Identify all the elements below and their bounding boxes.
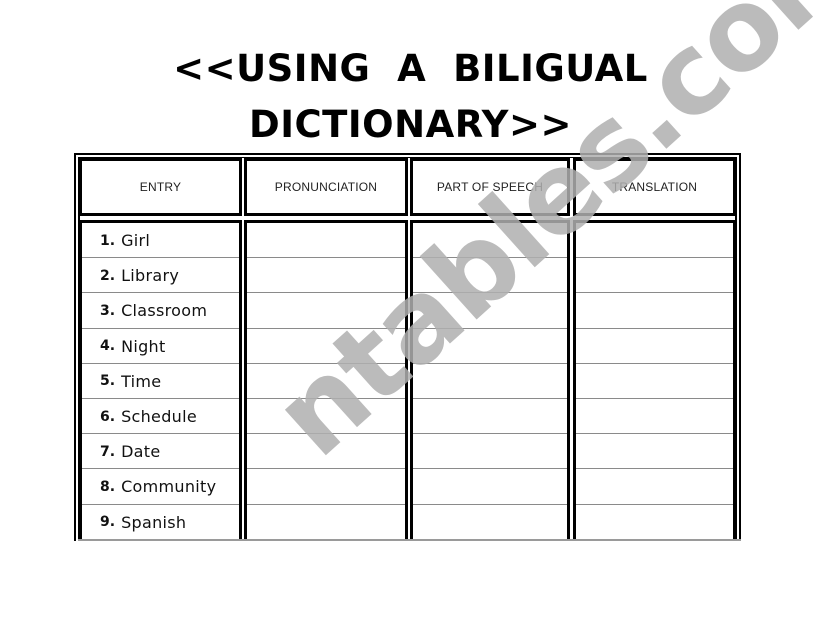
entry-number: 4. [100,338,116,355]
part-of-speech-cell[interactable] [413,469,567,504]
part-of-speech-cell[interactable] [413,399,567,434]
entry-cell: 7. Date [100,434,161,469]
pronunciation-cell[interactable] [247,505,405,540]
translation-cell[interactable] [576,399,733,434]
translation-cell[interactable] [576,434,733,469]
part-of-speech-cell[interactable] [413,505,567,540]
entry-number: 5. [100,373,116,390]
entry-cell: 5. Time [100,364,161,399]
entry-number: 1. [100,232,116,249]
pronunciation-cell[interactable] [247,258,405,293]
header-entry: ENTRY [79,158,242,216]
entry-number: 8. [100,478,116,495]
entry-number: 2. [100,267,116,284]
entry-word: Schedule [121,407,197,426]
entry-word: Girl [121,231,151,250]
translation-cell[interactable] [576,469,733,504]
entry-cell: 9. Spanish [100,505,186,540]
pronunciation-cell[interactable] [247,469,405,504]
part-of-speech-cell[interactable] [413,364,567,399]
pronunciation-cell[interactable] [247,399,405,434]
worksheet-title-line-1: <<USING A BILIGUAL [173,47,648,90]
translation-cell[interactable] [576,505,733,540]
entry-cell: 1. Girl [100,223,150,258]
entry-word: Spanish [121,512,187,532]
part-of-speech-cell[interactable] [413,258,567,293]
entry-number: 7. [100,443,116,460]
entry-number: 6. [100,408,116,425]
worksheet-title-line-2: DICTIONARY>> [249,103,572,146]
part-of-speech-cell[interactable] [413,223,567,258]
translation-cell[interactable] [576,329,733,364]
table-bottom-border [78,539,741,541]
entry-word: Time [121,371,162,391]
part-of-speech-cell[interactable] [413,434,567,469]
entry-cell: 2. Library [100,258,179,293]
translation-cell[interactable] [576,258,733,293]
entry-cell: 6. Schedule [100,399,197,434]
pronunciation-cell[interactable] [247,223,405,258]
entry-word: Classroom [121,301,208,321]
pronunciation-cell[interactable] [247,364,405,399]
entry-word: Night [121,336,166,356]
translation-cell[interactable] [576,223,733,258]
entry-number: 9. [100,514,116,531]
entry-number: 3. [100,302,116,319]
entry-word: Library [121,266,180,286]
entry-word: Date [121,442,161,462]
part-of-speech-cell[interactable] [413,329,567,364]
entry-cell: 4. Night [100,329,166,364]
header-translation: TRANSLATION [573,158,736,216]
pronunciation-cell[interactable] [247,329,405,364]
pronunciation-cell[interactable] [247,434,405,469]
header-pronunciation: PRONUNCIATION [244,158,408,216]
part-of-speech-cell[interactable] [413,293,567,328]
translation-cell[interactable] [576,293,733,328]
translation-cell[interactable] [576,364,733,399]
header-part-of-speech: PART OF SPEECH [410,158,570,216]
entry-word: Community [121,477,217,497]
entry-cell: 3. Classroom [100,293,207,328]
pronunciation-cell[interactable] [247,293,405,328]
entry-cell: 8. Community [100,469,216,504]
